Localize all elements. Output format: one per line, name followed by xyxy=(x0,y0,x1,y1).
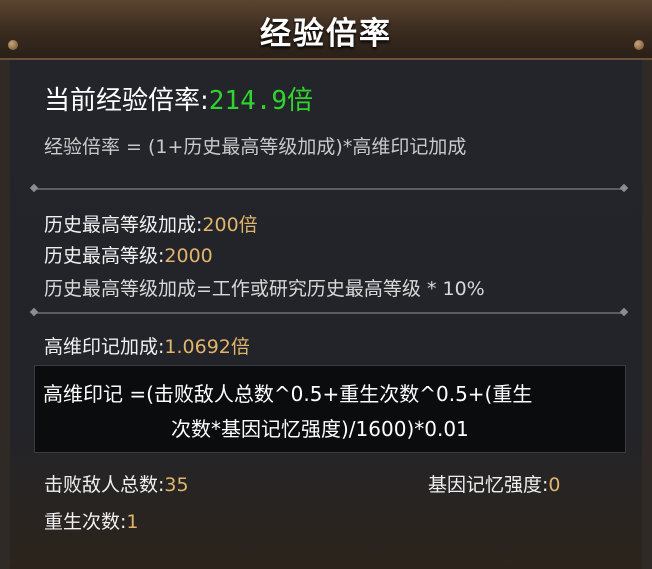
imprint-bonus-label: 高维印记加成: xyxy=(44,336,165,358)
history-bonus-value: 200倍 xyxy=(202,214,258,236)
current-exp-rate-label: 当前经验倍率: xyxy=(44,86,209,116)
history-bonus: 历史最高等级加成:200倍 xyxy=(44,210,258,237)
imprint-formula-box: 高维印记 =(击败敌人总数^0.5+重生次数^0.5+(重生 次数*基因记忆强度… xyxy=(34,365,626,453)
gene-memory-value: 0 xyxy=(548,474,561,496)
kills-total-value: 35 xyxy=(164,474,189,496)
imprint-formula-line1: 高维印记 =(击败敌人总数^0.5+重生次数^0.5+(重生 xyxy=(43,382,533,406)
imprint-bonus-value: 1.0692倍 xyxy=(164,336,250,358)
dialog-header: 经验倍率 xyxy=(0,0,652,60)
history-max-level-value: 2000 xyxy=(164,245,213,267)
panel-frame-right xyxy=(642,60,652,569)
history-bonus-label: 历史最高等级加成: xyxy=(44,214,203,236)
rebirth-count-value: 1 xyxy=(126,511,139,533)
rebirth-count: 重生次数:1 xyxy=(44,507,139,534)
kills-total: 击败敌人总数:35 xyxy=(44,470,189,497)
gene-memory-label: 基因记忆强度: xyxy=(428,474,549,496)
dialog-title: 经验倍率 xyxy=(260,16,392,52)
kills-total-label: 击败敌人总数: xyxy=(44,474,165,496)
history-bonus-rule: 历史最高等级加成=工作或研究历史最高等级 * 10% xyxy=(44,278,485,300)
current-exp-rate-value: 214.9倍 xyxy=(208,86,314,116)
current-exp-rate: 当前经验倍率:214.9倍 xyxy=(44,80,313,117)
exp-rate-formula: 经验倍率 = (1+历史最高等级加成)*高维印记加成 xyxy=(44,136,467,158)
section-divider xyxy=(34,188,624,190)
history-max-level: 历史最高等级:2000 xyxy=(44,241,213,268)
rebirth-count-label: 重生次数: xyxy=(44,511,127,533)
history-max-level-label: 历史最高等级: xyxy=(44,245,165,267)
gene-memory: 基因记忆强度:0 xyxy=(428,470,561,497)
imprint-bonus: 高维印记加成:1.0692倍 xyxy=(44,332,250,359)
imprint-formula-line2: 次数*基因记忆强度)/1600)*0.01 xyxy=(171,417,469,441)
panel-frame-left xyxy=(0,60,10,569)
exp-rate-panel: 当前经验倍率:214.9倍 经验倍率 = (1+历史最高等级加成)*高维印记加成… xyxy=(10,60,642,569)
section-divider xyxy=(34,312,624,314)
